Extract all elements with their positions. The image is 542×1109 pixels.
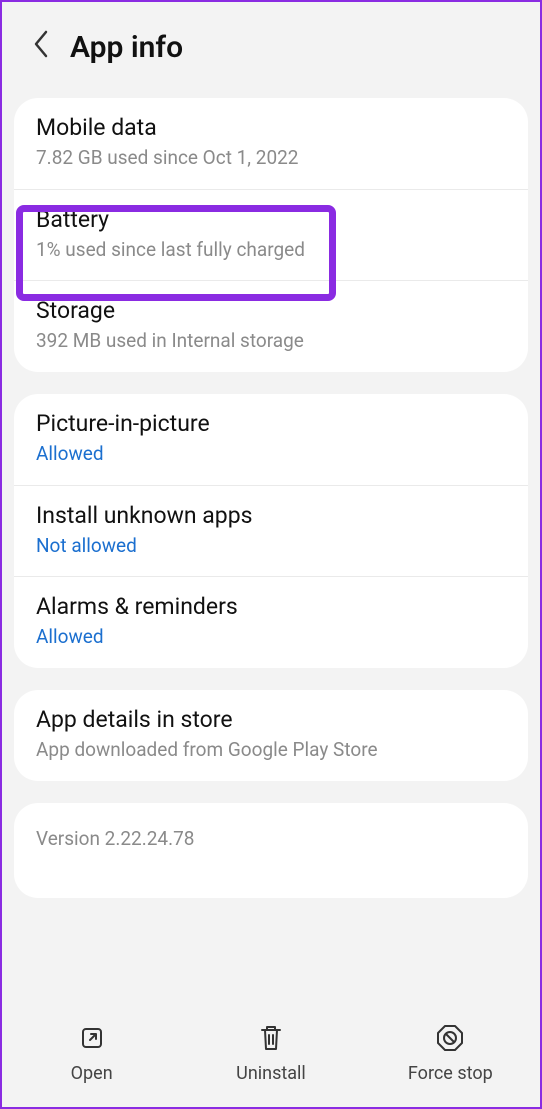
- force-stop-button[interactable]: Force stop: [361, 1021, 540, 1084]
- pip-status: Allowed: [36, 441, 506, 467]
- content-scroll[interactable]: Mobile data 7.82 GB used since Oct 1, 20…: [2, 98, 540, 997]
- store-sub: App downloaded from Google Play Store: [36, 737, 506, 763]
- stop-icon: [435, 1023, 465, 1053]
- pip-label: Picture-in-picture: [36, 408, 506, 439]
- alarms-status: Allowed: [36, 624, 506, 650]
- open-button[interactable]: Open: [2, 1021, 181, 1084]
- permissions-group: Picture-in-picture Allowed Install unkno…: [14, 394, 528, 668]
- storage-label: Storage: [36, 295, 506, 326]
- battery-label: Battery: [36, 204, 506, 235]
- page-title: App info: [70, 30, 183, 65]
- unknown-label: Install unknown apps: [36, 500, 506, 531]
- store-group: App details in store App downloaded from…: [14, 690, 528, 781]
- alarms-label: Alarms & reminders: [36, 591, 506, 622]
- row-alarms-reminders[interactable]: Alarms & reminders Allowed: [14, 576, 528, 668]
- battery-sub: 1% used since last fully charged: [36, 237, 506, 263]
- unknown-status: Not allowed: [36, 533, 506, 559]
- row-storage[interactable]: Storage 392 MB used in Internal storage: [14, 280, 528, 372]
- force-stop-label: Force stop: [408, 1063, 493, 1084]
- mobile-data-sub: 7.82 GB used since Oct 1, 2022: [36, 145, 506, 171]
- mobile-data-label: Mobile data: [36, 112, 506, 143]
- storage-sub: 392 MB used in Internal storage: [36, 328, 506, 354]
- store-label: App details in store: [36, 704, 506, 735]
- trash-icon: [257, 1023, 285, 1053]
- open-label: Open: [71, 1063, 113, 1084]
- bottom-bar: Open Uninstall Force stop: [2, 997, 540, 1107]
- open-icon: [78, 1024, 106, 1052]
- row-picture-in-picture[interactable]: Picture-in-picture Allowed: [14, 394, 528, 485]
- row-app-details-store[interactable]: App details in store App downloaded from…: [14, 690, 528, 781]
- chevron-left-icon: [32, 30, 50, 58]
- version-text: Version 2.22.24.78: [36, 827, 506, 850]
- row-install-unknown-apps[interactable]: Install unknown apps Not allowed: [14, 485, 528, 577]
- uninstall-button[interactable]: Uninstall: [181, 1021, 360, 1084]
- uninstall-label: Uninstall: [236, 1063, 306, 1084]
- back-button[interactable]: [30, 26, 52, 68]
- row-mobile-data[interactable]: Mobile data 7.82 GB used since Oct 1, 20…: [14, 98, 528, 189]
- version-group: Version 2.22.24.78: [14, 803, 528, 898]
- header: App info: [2, 2, 540, 86]
- row-battery[interactable]: Battery 1% used since last fully charged: [14, 189, 528, 281]
- usage-group: Mobile data 7.82 GB used since Oct 1, 20…: [14, 98, 528, 372]
